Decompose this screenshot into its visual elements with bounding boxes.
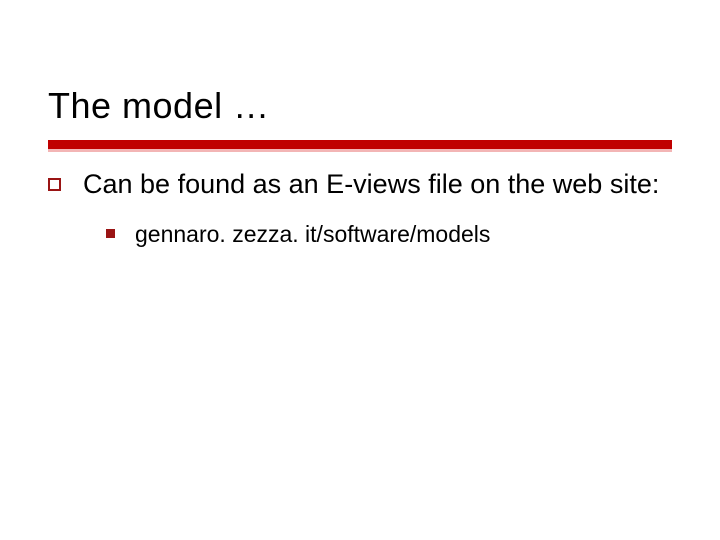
slide: The model … Can be found as an E-views f… bbox=[0, 0, 720, 540]
square-outline-bullet-icon bbox=[48, 178, 61, 191]
bullet-level2-text: gennaro. zezza. it/software/models bbox=[135, 220, 490, 249]
title-underline-light bbox=[48, 149, 672, 152]
title-underline-dark bbox=[48, 140, 672, 149]
bullet-level1: Can be found as an E-views file on the w… bbox=[48, 168, 672, 202]
bullet-level1-text: Can be found as an E-views file on the w… bbox=[83, 168, 659, 202]
slide-body: Can be found as an E-views file on the w… bbox=[48, 168, 672, 249]
bullet-level2: gennaro. zezza. it/software/models bbox=[106, 220, 672, 249]
slide-title: The model … bbox=[48, 85, 270, 127]
square-filled-bullet-icon bbox=[106, 229, 115, 238]
